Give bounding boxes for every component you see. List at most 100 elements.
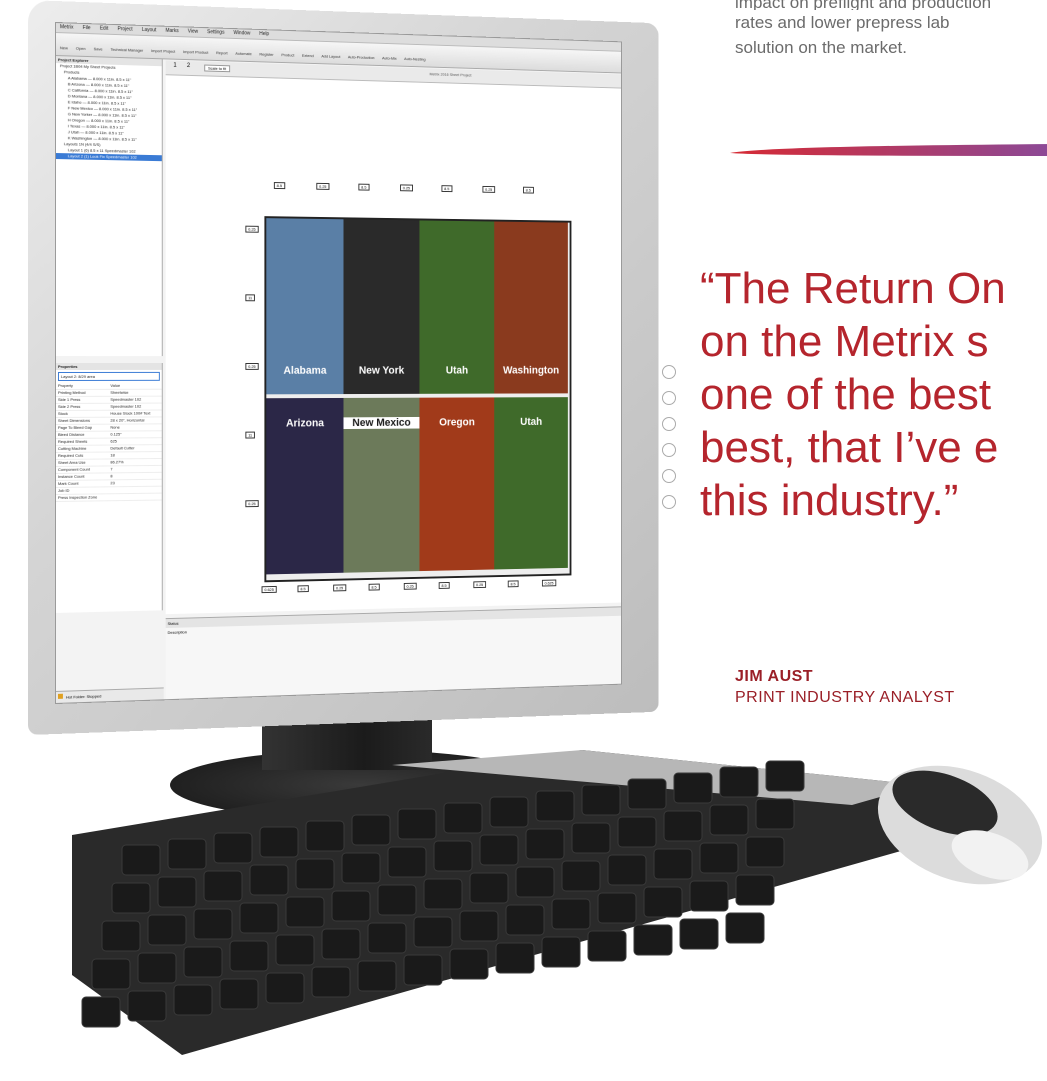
dimension-label: 0.25 [404, 583, 417, 590]
product-tile-label: New York [343, 365, 419, 377]
toolbar-product-button[interactable]: Product [281, 52, 294, 57]
intro-line: solution on the market. [735, 35, 1047, 60]
product-tile[interactable]: Arizona [266, 398, 343, 574]
dimension-label: 0.25 [333, 584, 346, 591]
menu-item[interactable]: Project [117, 26, 132, 32]
product-tile-label: Utah [494, 416, 568, 428]
product-tile[interactable]: Utah [494, 397, 568, 569]
product-tile-label: Arizona [266, 417, 343, 429]
product-tile[interactable]: Oregon [419, 397, 494, 571]
keyboard-key [306, 821, 344, 851]
product-tile[interactable]: Utah [419, 220, 494, 393]
menu-item[interactable]: File [83, 25, 91, 31]
menu-item[interactable]: Edit [100, 26, 108, 32]
keyboard-key [552, 899, 590, 929]
keyboard-key [700, 843, 738, 873]
keyboard-key [82, 997, 120, 1027]
dimension-label: 8.5 [274, 182, 285, 189]
press-sheet[interactable]: Alabama New York Utah Washington Arizona New … [264, 216, 571, 582]
property-row[interactable]: Press Inspection Zone [56, 493, 162, 501]
menu-item[interactable]: View [188, 29, 198, 35]
menu-item[interactable]: Window [233, 30, 250, 36]
toolbar-auto-nesting-button[interactable]: Auto-Nesting [404, 56, 425, 61]
toolbar-auto-production-button[interactable]: Auto-Production [348, 54, 375, 60]
toolbar-report-button[interactable]: Report [216, 50, 228, 55]
toolbar-open-button[interactable]: Open [76, 46, 86, 51]
keyboard-key [434, 841, 472, 871]
keyboard-key [276, 935, 314, 965]
keyboard-key [358, 961, 396, 991]
quote-line: best, that I’ve e [700, 421, 1047, 474]
product-tile-label: Oregon [419, 417, 494, 429]
monitor-buttons [662, 365, 676, 595]
toolbar-new-button[interactable]: New [60, 45, 68, 50]
keyboard-key [138, 953, 176, 983]
keyboard-key [736, 875, 774, 905]
keyboard-key [220, 979, 258, 1009]
keyboard-key [536, 791, 574, 821]
toolbar-technical-manager-button[interactable]: Technical Manager [110, 47, 143, 53]
dimension-label: 0.25 [482, 186, 494, 193]
dimension-label: 8.5 [508, 580, 518, 587]
menu-item[interactable]: Metrix [60, 24, 73, 30]
keyboard-key [184, 947, 222, 977]
keyboard-key [240, 903, 278, 933]
accent-swoosh [728, 140, 1047, 162]
explorer-item[interactable]: Layout 2 (1) Look Fix Speedmaster 102 [56, 153, 162, 161]
keyboard-key [460, 911, 498, 941]
hot-folder-label: Hot Folder: Stopped [66, 693, 101, 699]
product-tile[interactable]: Washington [494, 222, 568, 394]
product-tile-label: New Mexico [343, 417, 419, 429]
product-tile[interactable]: Alabama [266, 218, 343, 394]
keyboard-key [608, 855, 646, 885]
keyboard-key [204, 871, 242, 901]
keyboard-key [332, 891, 370, 921]
keyboard-key [92, 959, 130, 989]
keyboard-key [726, 913, 764, 943]
page-tab[interactable]: 2 [187, 63, 190, 69]
toolbar-extend-button[interactable]: Extend [302, 53, 314, 58]
menu-item[interactable]: Layout [142, 27, 157, 33]
keyboard-key [756, 799, 794, 829]
keyboard-key [588, 931, 626, 961]
keyboard-key [388, 847, 426, 877]
toolbar-import-product-button[interactable]: Import Product [183, 49, 208, 55]
menu-item[interactable]: Marks [166, 28, 179, 34]
layout-select[interactable]: Layout 2: 8/29 area [58, 372, 160, 381]
toolbar-auto-mix-button[interactable]: Auto-Mix [382, 55, 397, 60]
menu-item[interactable]: Settings [207, 29, 224, 35]
keyboard-key [674, 773, 712, 803]
dimension-label: 0.25 [473, 581, 486, 588]
dimension-label: 8.5 [523, 187, 533, 194]
keyboard-key [398, 809, 436, 839]
dimension-label: 0.25 [245, 500, 258, 507]
keyboard-key [680, 919, 718, 949]
keyboard-key [766, 761, 804, 791]
keyboard-key [378, 885, 416, 915]
canvas-title: Metrix 2016 Sheet Project [430, 71, 472, 77]
menu-item[interactable]: Help [259, 31, 269, 37]
toolbar-save-button[interactable]: Save [94, 46, 103, 51]
toolbar-automate-button[interactable]: Automate [235, 51, 251, 56]
page-tab[interactable]: 1 [173, 63, 176, 69]
toolbar-import-project-button[interactable]: Import Project [151, 48, 175, 54]
keyboard-key [322, 929, 360, 959]
keyboard-key [286, 897, 324, 927]
keyboard-key [598, 893, 636, 923]
toolbar-add-layout-button[interactable]: Add Layout [321, 54, 340, 59]
keyboard-key [506, 905, 544, 935]
product-tile[interactable]: New York [343, 219, 419, 394]
keyboard-key [250, 865, 288, 895]
product-tile[interactable]: New Mexico [343, 398, 419, 573]
zoom-select[interactable]: Scale to fit [204, 65, 230, 73]
keyboard-key [746, 837, 784, 867]
quote-line: one of the best [700, 368, 1047, 421]
toolbar-register-button[interactable]: Register [259, 52, 273, 57]
keyboard-key [644, 887, 682, 917]
keyboard-key [352, 815, 390, 845]
keyboard-key [424, 879, 462, 909]
keyboard-key [312, 967, 350, 997]
keyboard-key [214, 833, 252, 863]
keyboard-key [618, 817, 656, 847]
keyboard-key [168, 839, 206, 869]
